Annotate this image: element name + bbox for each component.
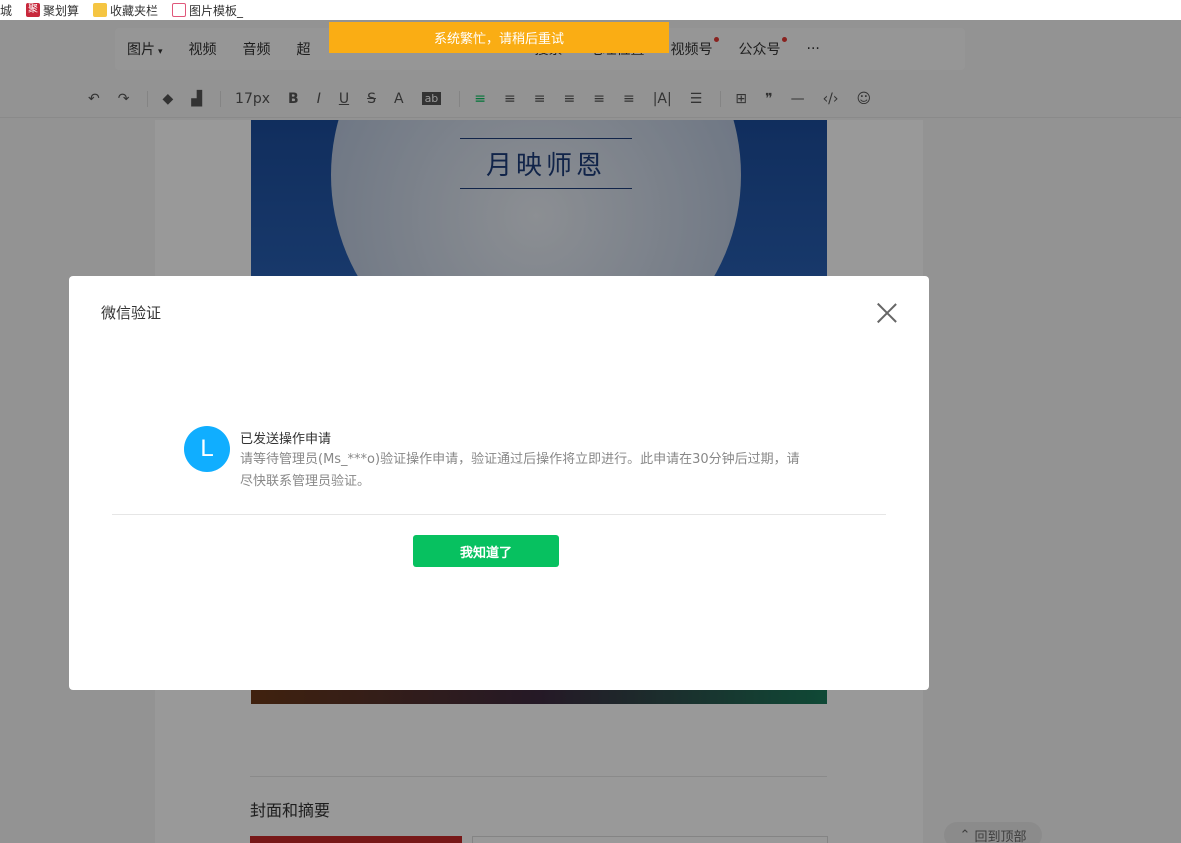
juhuasuan-icon: 聚 (26, 3, 41, 17)
system-busy-toast: 系统繁忙，请稍后重试 (329, 22, 669, 53)
got-it-button[interactable]: 我知道了 (413, 535, 559, 567)
bookmark-image-template[interactable]: 图片模板_ (172, 2, 243, 19)
bookmark-juhuasuan[interactable]: 聚 聚划算 (26, 2, 79, 19)
folder-icon (93, 3, 108, 17)
bookmark-favorites-folder[interactable]: 收藏夹栏 (93, 2, 158, 19)
wechat-verify-dialog: 微信验证 L 已发送操作申请 请等待管理员(Ms_***o)验证操作申请，验证通… (69, 276, 929, 690)
bookmark-label: 收藏夹栏 (110, 3, 159, 18)
avatar: L (184, 426, 230, 472)
bookmark-label: 聚划算 (43, 3, 80, 18)
message-title: 已发送操作申请 (240, 432, 332, 447)
bookmarks-bar: 城 聚 聚划算 收藏夹栏 图片模板_ (0, 0, 1181, 20)
image-icon (172, 3, 187, 17)
dialog-title: 微信验证 (101, 304, 162, 322)
bookmark-label: 图片模板_ (189, 3, 244, 18)
bookmark-label: 城 (0, 3, 13, 18)
close-icon[interactable] (875, 300, 899, 324)
dialog-divider (112, 514, 886, 515)
bookmark-item[interactable]: 城 (0, 2, 12, 19)
message-description: 请等待管理员(Ms_***o)验证操作申请，验证通过后操作将立即进行。此申请在3… (240, 452, 800, 489)
